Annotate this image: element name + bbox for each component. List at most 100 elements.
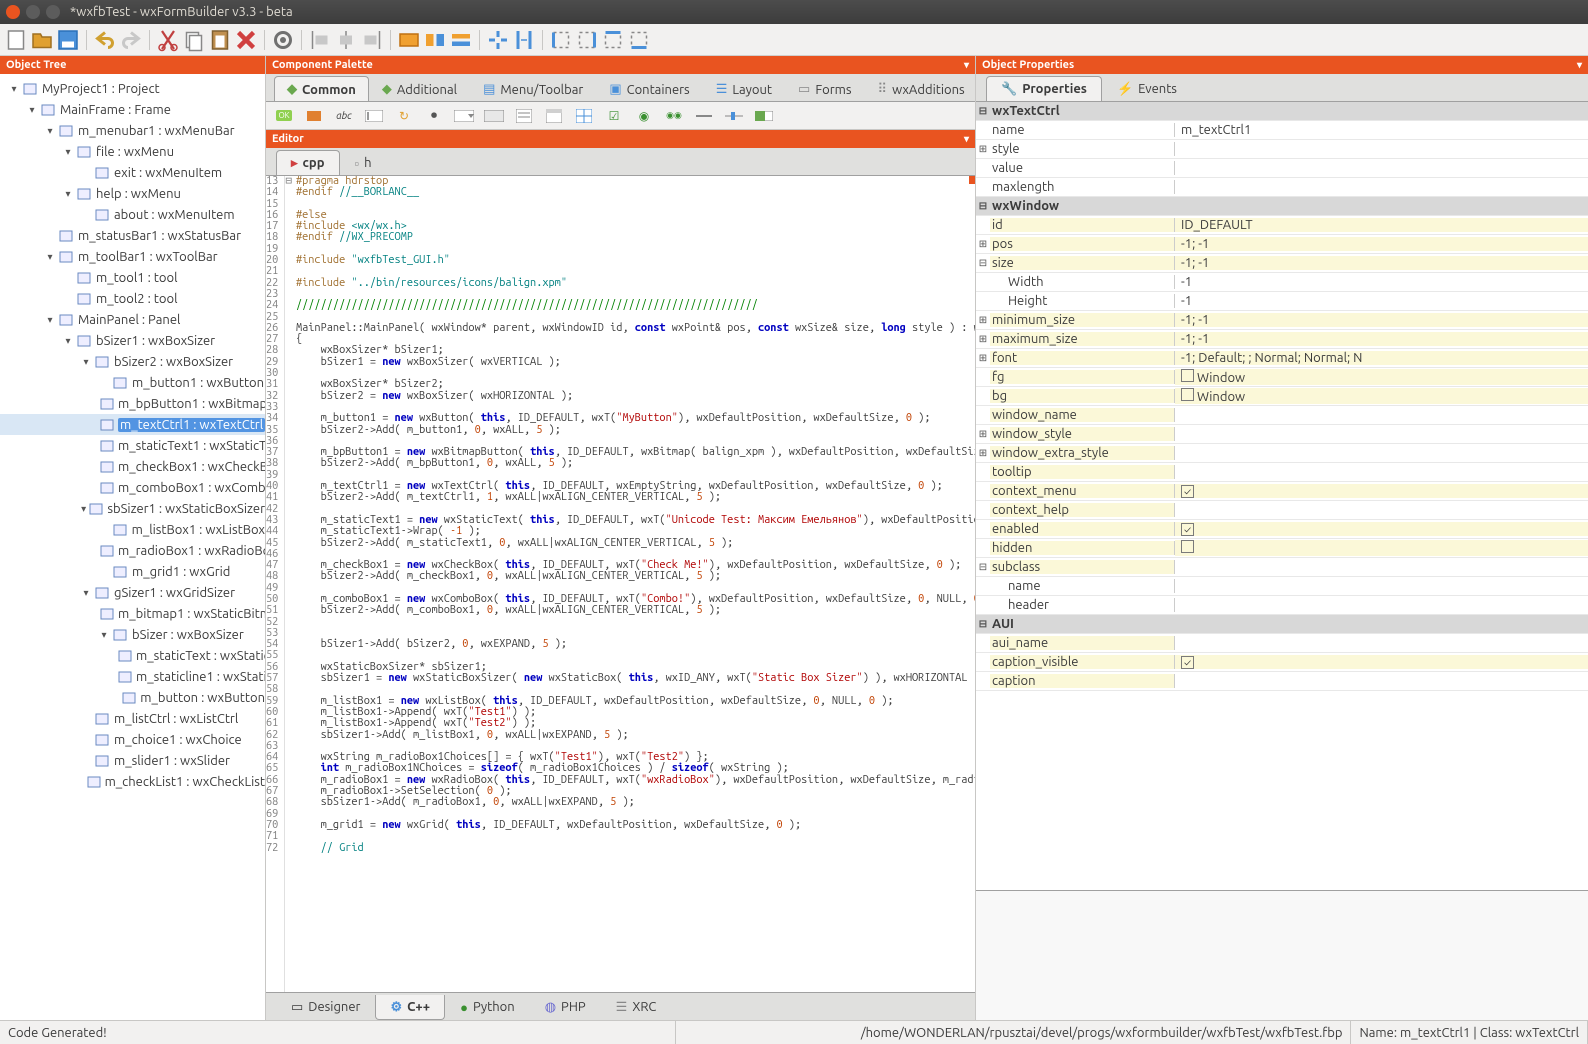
border-right-button[interactable] xyxy=(575,28,599,52)
property-row[interactable]: caption xyxy=(976,672,1588,691)
tree-item[interactable]: m_staticText1 : wxStaticTex xyxy=(0,435,265,456)
pal-refresh-icon[interactable]: ↻ xyxy=(392,106,416,126)
open-button[interactable] xyxy=(30,28,54,52)
property-row[interactable]: ⊞style xyxy=(976,140,1588,159)
border-left-button[interactable] xyxy=(549,28,573,52)
property-row[interactable]: ⊞font-1; Default; ; Normal; Normal; N xyxy=(976,349,1588,368)
pal-combo-icon[interactable] xyxy=(452,106,476,126)
tab-containers[interactable]: ▣Containers xyxy=(596,76,702,101)
tree-item[interactable]: m_grid1 : wxGrid xyxy=(0,561,265,582)
pal-statictext-icon[interactable]: abc xyxy=(332,106,356,126)
property-row[interactable]: caption_visible✓ xyxy=(976,653,1588,672)
property-row[interactable]: ⊞minimum_size-1; -1 xyxy=(976,311,1588,330)
border-bottom-button[interactable] xyxy=(627,28,651,52)
tab-events[interactable]: ⚡Events xyxy=(1102,76,1192,101)
pal-listbox-icon[interactable] xyxy=(512,106,536,126)
tree-item[interactable]: m_textCtrl1 : wxTextCtrl xyxy=(0,414,265,435)
property-row[interactable]: ⊟subclass xyxy=(976,558,1588,577)
align-right-button[interactable] xyxy=(360,28,384,52)
property-row[interactable]: context_menu✓ xyxy=(976,482,1588,501)
pal-staticline-icon[interactable] xyxy=(692,106,716,126)
tab-cpp-file[interactable]: ▸cpp xyxy=(276,150,340,175)
pal-choice-icon[interactable] xyxy=(482,106,506,126)
pal-slider-icon[interactable] xyxy=(722,106,746,126)
tab-forms[interactable]: ▭Forms xyxy=(785,76,865,101)
tree-item[interactable]: ▾bSizer1 : wxBoxSizer xyxy=(0,330,265,351)
property-row[interactable]: ⊞maximum_size-1; -1 xyxy=(976,330,1588,349)
property-row[interactable]: hidden xyxy=(976,539,1588,558)
tab-python[interactable]: ●Python xyxy=(445,995,530,1020)
tree-item[interactable]: m_choice1 : wxChoice xyxy=(0,729,265,750)
tree-item[interactable]: ▾file : wxMenu xyxy=(0,141,265,162)
property-row[interactable]: ⊞window_extra_style xyxy=(976,444,1588,463)
tree-item[interactable]: m_button1 : wxButton xyxy=(0,372,265,393)
tab-php[interactable]: ◍PHP xyxy=(530,995,601,1020)
tree-item[interactable]: m_bpButton1 : wxBitmapBu xyxy=(0,393,265,414)
property-grid[interactable]: ⊟wxTextCtrlnamem_textCtrl1⊞stylevaluemax… xyxy=(976,102,1588,890)
tree-item[interactable]: m_listBox1 : wxListBox xyxy=(0,519,265,540)
property-row[interactable]: aui_name xyxy=(976,634,1588,653)
tree-item[interactable]: exit : wxMenuItem xyxy=(0,162,265,183)
tree-item[interactable]: ▾gSizer1 : wxGridSizer xyxy=(0,582,265,603)
pal-grid-icon[interactable] xyxy=(572,106,596,126)
pal-record-icon[interactable]: ⏺ xyxy=(422,106,446,126)
property-row[interactable]: header xyxy=(976,596,1588,615)
property-row[interactable]: window_name xyxy=(976,406,1588,425)
tree-item[interactable]: m_bitmap1 : wxStaticBitma xyxy=(0,603,265,624)
tree-item[interactable]: m_tool1 : tool xyxy=(0,267,265,288)
property-row[interactable]: ⊟size-1; -1 xyxy=(976,254,1588,273)
delete-button[interactable] xyxy=(234,28,258,52)
tree-item[interactable]: m_staticline1 : wxStaticLi xyxy=(0,666,265,687)
tree-item[interactable]: m_slider1 : wxSlider xyxy=(0,750,265,771)
save-button[interactable] xyxy=(56,28,80,52)
code-editor[interactable]: 13 14 15 16 17 18 19 20 21 22 23 24 25 2… xyxy=(266,176,975,992)
tab-common[interactable]: ◆Common xyxy=(274,76,369,101)
tab-wxadditions[interactable]: ⠿wxAdditions xyxy=(865,76,978,101)
tree-item[interactable]: m_comboBox1 : wxComboB xyxy=(0,477,265,498)
tree-item[interactable]: ▾MainFrame : Frame xyxy=(0,99,265,120)
property-row[interactable]: maxlength xyxy=(976,178,1588,197)
property-row[interactable]: value xyxy=(976,159,1588,178)
align-center-button[interactable] xyxy=(334,28,358,52)
property-row[interactable]: idID_DEFAULT xyxy=(976,216,1588,235)
pal-gauge-icon[interactable] xyxy=(752,106,776,126)
property-row[interactable]: context_help xyxy=(976,501,1588,520)
property-row[interactable]: fg Window xyxy=(976,368,1588,387)
property-row[interactable]: ⊞window_style xyxy=(976,425,1588,444)
tab-additional[interactable]: ◆Additional xyxy=(369,76,470,101)
tree-item[interactable]: m_button : wxButton xyxy=(0,687,265,708)
tree-item[interactable]: m_checkBox1 : wxCheckBox xyxy=(0,456,265,477)
pal-listctrl-icon[interactable] xyxy=(542,106,566,126)
tree-item[interactable]: m_listCtrl : wxListCtrl xyxy=(0,708,265,729)
expand-button[interactable] xyxy=(486,28,510,52)
tab-h-file[interactable]: ▫h xyxy=(340,150,387,175)
tree-item[interactable]: ▾m_menubar1 : wxMenuBar xyxy=(0,120,265,141)
tab-cpp[interactable]: ⚙C++ xyxy=(375,995,445,1020)
layout-2-button[interactable] xyxy=(423,28,447,52)
layout-3-button[interactable] xyxy=(449,28,473,52)
tree-item[interactable]: ▾bSizer : wxBoxSizer xyxy=(0,624,265,645)
tab-xrc[interactable]: ☰XRC xyxy=(601,995,672,1020)
tree-item[interactable]: ▾help : wxMenu xyxy=(0,183,265,204)
property-row[interactable]: namem_textCtrl1 xyxy=(976,121,1588,140)
stretch-button[interactable] xyxy=(512,28,536,52)
window-close-icon[interactable] xyxy=(6,5,20,19)
tree-item[interactable]: m_radioBox1 : wxRadioBox xyxy=(0,540,265,561)
tree-item[interactable]: m_statusBar1 : wxStatusBar xyxy=(0,225,265,246)
tab-designer[interactable]: ▭Designer xyxy=(276,995,375,1020)
pal-textctrl-icon[interactable] xyxy=(362,106,386,126)
tab-menu-toolbar[interactable]: ▤Menu/Toolbar xyxy=(470,76,596,101)
pal-bitmapbutton-icon[interactable] xyxy=(302,106,326,126)
border-top-button[interactable] xyxy=(601,28,625,52)
undo-button[interactable] xyxy=(93,28,117,52)
property-row[interactable]: bg Window xyxy=(976,387,1588,406)
window-maximize-icon[interactable] xyxy=(46,5,60,19)
property-row[interactable]: tooltip xyxy=(976,463,1588,482)
property-row[interactable]: name xyxy=(976,577,1588,596)
property-row[interactable]: enabled✓ xyxy=(976,520,1588,539)
tree-item[interactable]: ▾MyProject1 : Project xyxy=(0,78,265,99)
tree-item[interactable]: m_tool2 : tool xyxy=(0,288,265,309)
object-tree[interactable]: ▾MyProject1 : Project▾MainFrame : Frame▾… xyxy=(0,74,265,1020)
tree-item[interactable]: about : wxMenuItem xyxy=(0,204,265,225)
pal-checkbox-icon[interactable]: ☑ xyxy=(602,106,626,126)
